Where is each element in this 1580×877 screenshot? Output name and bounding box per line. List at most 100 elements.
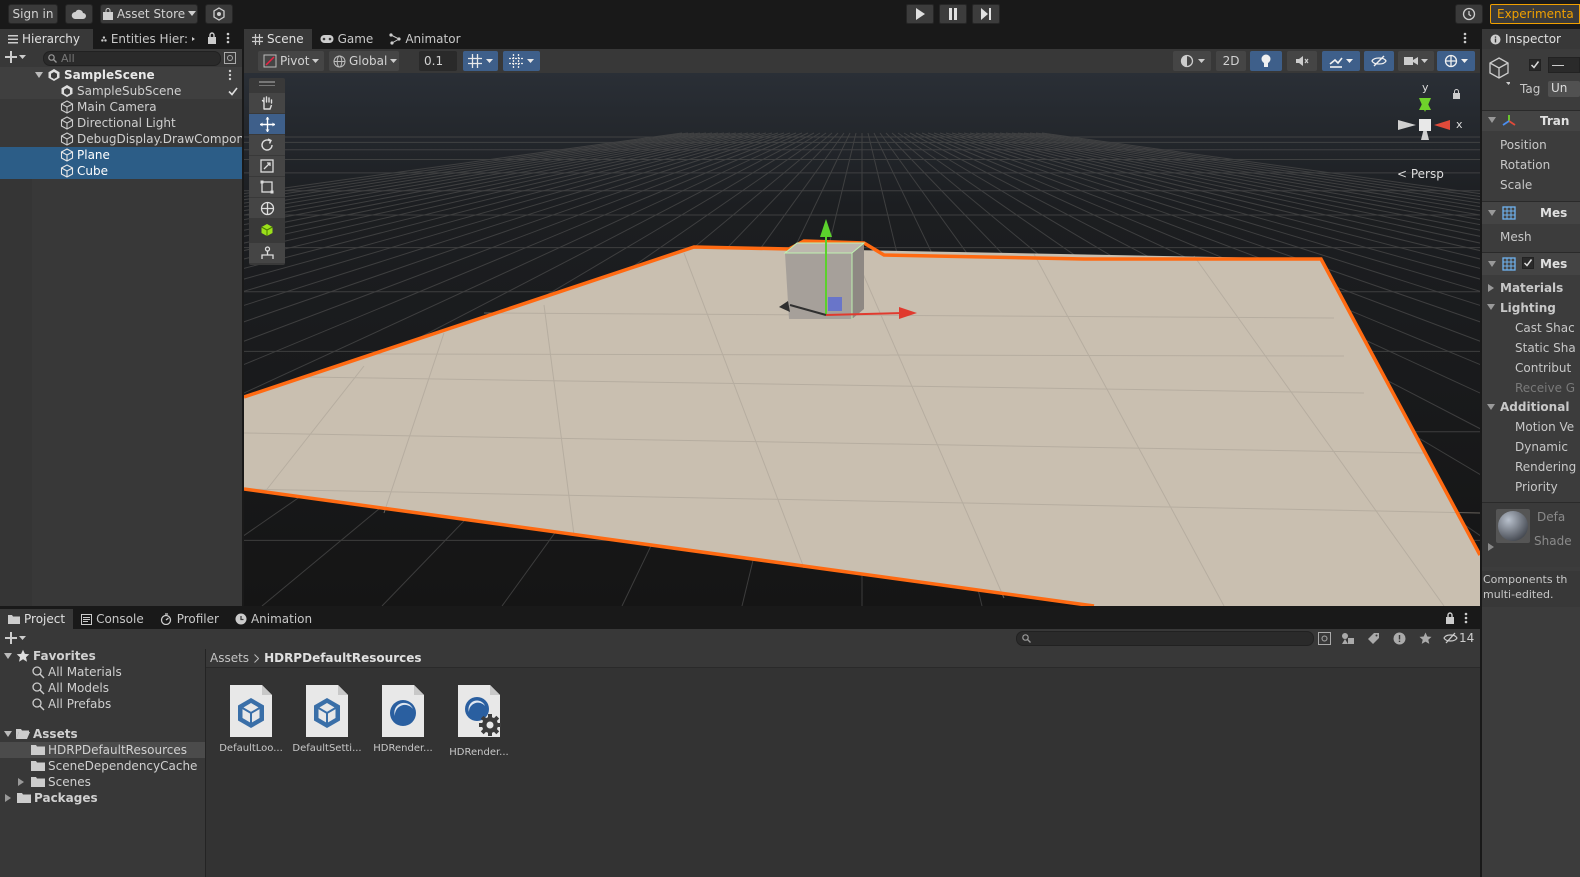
global-dropdown[interactable]: Global bbox=[329, 51, 399, 71]
dropdown-arrow-icon bbox=[1197, 58, 1205, 63]
mesh-filter-header[interactable]: Mes bbox=[1482, 202, 1580, 224]
hierarchy-item-debugdisplay[interactable]: DebugDisplay.DrawCompone bbox=[0, 131, 242, 147]
folder-scenedependencycache[interactable]: SceneDependencyCache bbox=[31, 758, 197, 774]
lock-icon[interactable] bbox=[1445, 612, 1455, 624]
foldout-open-icon[interactable] bbox=[1487, 304, 1495, 310]
grid-snapping-toggle[interactable] bbox=[463, 51, 498, 71]
mesh-renderer-header[interactable]: Mes bbox=[1482, 253, 1580, 275]
asset-item[interactable]: DefaultSetti... bbox=[292, 683, 362, 754]
asset-item[interactable]: HDRender... bbox=[372, 683, 434, 754]
move-tool-button[interactable] bbox=[249, 114, 285, 134]
project-create-button[interactable] bbox=[5, 632, 26, 644]
projection-toggle-label[interactable]: < Persp bbox=[1397, 167, 1444, 181]
scene-camera-dropdown[interactable] bbox=[1398, 51, 1434, 71]
tag-dropdown[interactable]: Un bbox=[1548, 81, 1580, 97]
step-button[interactable] bbox=[972, 4, 1000, 24]
lighting-toggle[interactable] bbox=[1250, 51, 1282, 71]
project-search-input[interactable] bbox=[1016, 631, 1314, 646]
name-field[interactable] bbox=[1548, 57, 1580, 73]
gizmos-dropdown[interactable] bbox=[1437, 51, 1475, 71]
tab-game[interactable]: Game bbox=[312, 29, 382, 49]
draw-mode-dropdown[interactable] bbox=[1173, 51, 1211, 71]
hierarchy-item-cube[interactable]: Cube bbox=[0, 163, 242, 179]
filter-by-log-icon[interactable] bbox=[1393, 632, 1406, 645]
pivot-dropdown[interactable]: Pivot bbox=[258, 51, 324, 71]
favorite-star-icon[interactable] bbox=[1419, 632, 1432, 645]
hierarchy-item-directional-light[interactable]: Directional Light bbox=[0, 115, 242, 131]
scale-tool-button[interactable] bbox=[249, 156, 285, 176]
pause-button[interactable] bbox=[939, 4, 967, 24]
favorite-all-materials[interactable]: All Materials bbox=[31, 664, 122, 680]
filter-by-label-icon[interactable] bbox=[1367, 632, 1380, 645]
lighting-foldout[interactable]: Lighting bbox=[1500, 301, 1556, 315]
search-scope-icon[interactable] bbox=[1318, 632, 1331, 645]
tab-scene[interactable]: Scene bbox=[244, 29, 312, 49]
tab-animator[interactable]: Animator bbox=[381, 29, 468, 49]
lock-icon[interactable] bbox=[207, 32, 217, 44]
sign-in-button[interactable]: Sign in bbox=[8, 4, 58, 24]
kebab-menu-icon[interactable] bbox=[228, 69, 232, 81]
asset-item[interactable]: DefaultLoo... bbox=[219, 683, 283, 754]
breadcrumb-current: HDRPDefaultResources bbox=[264, 651, 422, 665]
tab-profiler[interactable]: Profiler bbox=[152, 609, 227, 629]
favorite-all-models[interactable]: All Models bbox=[31, 680, 109, 696]
tab-project[interactable]: Project bbox=[0, 609, 74, 629]
favorite-all-prefabs[interactable]: All Prefabs bbox=[31, 696, 111, 712]
lock-icon[interactable] bbox=[1452, 89, 1461, 99]
transform-tool-button[interactable] bbox=[249, 198, 285, 218]
tab-entities-hierarchy[interactable]: Entities Hier: bbox=[93, 29, 203, 49]
component-tool-button[interactable] bbox=[249, 243, 285, 263]
active-checkbox[interactable] bbox=[1529, 59, 1541, 71]
effects-dropdown[interactable] bbox=[1322, 51, 1360, 71]
mesh-renderer-enabled-checkbox[interactable] bbox=[1522, 257, 1534, 269]
hidden-packages-toggle[interactable]: 14 bbox=[1443, 631, 1474, 645]
experimental-button[interactable]: Experimenta bbox=[1490, 4, 1580, 24]
materials-foldout[interactable]: Materials bbox=[1500, 281, 1563, 295]
custom-tool-button[interactable] bbox=[249, 220, 285, 240]
audio-toggle[interactable] bbox=[1287, 51, 1317, 71]
kebab-menu-icon[interactable] bbox=[226, 32, 230, 44]
tab-animation[interactable]: Animation bbox=[227, 609, 320, 629]
folder-icon bbox=[31, 745, 45, 755]
toggle-2d-button[interactable]: 2D bbox=[1216, 51, 1246, 71]
folder-hdrpdefaultresources[interactable]: HDRPDefaultResources bbox=[0, 742, 205, 758]
foldout-open-icon[interactable] bbox=[1487, 404, 1495, 410]
search-placeholder: All bbox=[61, 52, 75, 65]
filter-by-type-icon[interactable] bbox=[1341, 632, 1355, 645]
packages-foldout[interactable]: Packages bbox=[5, 790, 98, 806]
asset-store-button[interactable]: Asset Store bbox=[100, 4, 198, 24]
transform-header[interactable]: Tran bbox=[1482, 111, 1580, 131]
material-section[interactable]: Defa Shade bbox=[1482, 503, 1580, 567]
breadcrumb-assets[interactable]: Assets bbox=[210, 651, 249, 665]
scene-viewport[interactable] bbox=[244, 73, 1480, 606]
additional-settings-foldout[interactable]: Additional bbox=[1500, 400, 1569, 414]
grid-visibility-toggle[interactable] bbox=[503, 51, 540, 71]
hierarchy-search-input[interactable]: All bbox=[43, 51, 221, 66]
hierarchy-item-plane[interactable]: Plane bbox=[0, 147, 242, 163]
play-button[interactable] bbox=[906, 4, 934, 24]
scene-header-row[interactable]: SampleScene bbox=[0, 67, 242, 83]
snap-increment-field[interactable]: 0.1 bbox=[419, 51, 457, 71]
hierarchy-item-main-camera[interactable]: Main Camera bbox=[0, 99, 242, 115]
cloud-button[interactable] bbox=[65, 4, 93, 24]
rotate-tool-button[interactable] bbox=[249, 135, 285, 155]
hierarchy-item-samplesubscene[interactable]: SampleSubScene bbox=[0, 83, 242, 99]
tab-hierarchy[interactable]: Hierarchy bbox=[0, 29, 93, 49]
assets-foldout[interactable]: Assets bbox=[4, 726, 78, 742]
kebab-menu-icon[interactable] bbox=[1464, 612, 1468, 624]
hand-tool-button[interactable] bbox=[249, 93, 285, 113]
create-button[interactable] bbox=[5, 51, 26, 63]
tab-console[interactable]: Console bbox=[73, 609, 152, 629]
favorites-foldout[interactable]: Favorites bbox=[4, 648, 96, 664]
services-button[interactable] bbox=[205, 4, 233, 24]
asset-item[interactable]: HDRender... bbox=[448, 683, 510, 758]
rect-tool-button[interactable] bbox=[249, 177, 285, 197]
undo-history-button[interactable] bbox=[1455, 4, 1483, 24]
tab-inspector[interactable]: Inspector bbox=[1482, 29, 1580, 49]
scene-visibility-toggle[interactable] bbox=[1364, 51, 1394, 71]
folder-scenes[interactable]: Scenes bbox=[18, 774, 91, 790]
checkmark-icon[interactable] bbox=[228, 87, 238, 96]
search-options-icon[interactable] bbox=[224, 52, 236, 64]
kebab-menu-icon[interactable] bbox=[1463, 32, 1467, 44]
foldout-closed-icon[interactable] bbox=[1488, 284, 1494, 292]
